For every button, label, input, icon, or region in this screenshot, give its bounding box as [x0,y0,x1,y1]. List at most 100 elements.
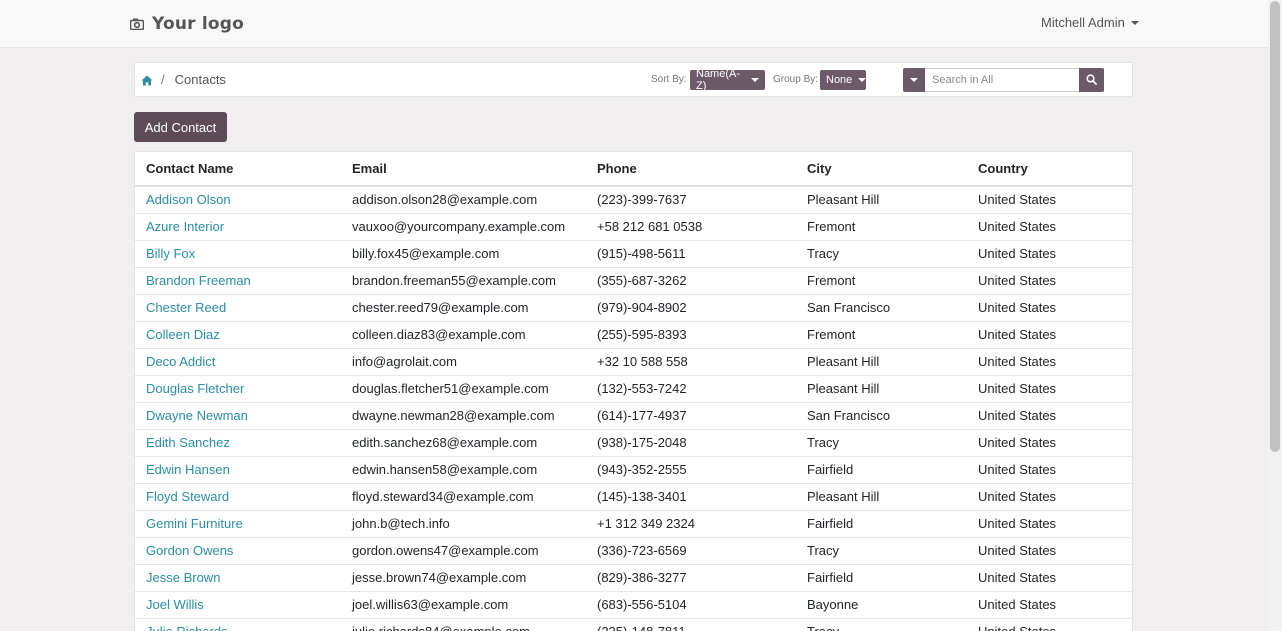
table-row[interactable]: Edith Sanchez edith.sanchez68@example.com… [135,428,1132,456]
column-header-country[interactable]: Country [967,152,1132,187]
contact-name-cell: Chester Reed [135,293,341,321]
phone-cell: (915)-498-5611 [586,239,796,267]
contact-name-cell: Joel Willis [135,590,341,618]
table-row[interactable]: Addison Olson addison.olson28@example.com… [135,185,1132,213]
table-row[interactable]: Douglas Fletcher douglas.fletcher51@examp… [135,374,1132,402]
group-by-label: Group By: [773,74,819,85]
contact-name-cell: Douglas Fletcher [135,374,341,402]
contact-name-cell: Billy Fox [135,239,341,267]
table-row[interactable]: Gemini Furniture john.b@tech.info +1 312 3… [135,509,1132,537]
email-cell: brandon.freeman55@example.com [341,266,586,294]
search-icon [1086,73,1097,88]
email-cell: colleen.diaz83@example.com [341,320,586,348]
contact-name-link[interactable]: Edith Sanchez [146,435,230,450]
phone-cell: (614)-177-4937 [586,401,796,429]
contact-name-link[interactable]: Joel Willis [146,597,204,612]
contact-name-link[interactable]: Deco Addict [146,354,215,369]
email-cell: julie.richards84@example.com [341,617,586,631]
contacts-table: Contact Name Email Phone City Country Ad… [134,151,1133,631]
contact-name-link[interactable]: Floyd Steward [146,489,229,504]
contact-name-link[interactable]: Julie Richards [146,624,228,631]
contact-name-link[interactable]: Chester Reed [146,300,226,315]
city-cell: Fremont [796,320,967,348]
country-cell: United States [967,374,1132,402]
contact-name-link[interactable]: Gordon Owens [146,543,233,558]
contact-name-link[interactable]: Azure Interior [146,219,224,234]
caret-down-icon [751,78,759,82]
table-row[interactable]: Dwayne Newman dwayne.newman28@example.com… [135,401,1132,429]
caret-down-icon [910,78,918,82]
search-filter-dropdown-button[interactable] [903,68,925,92]
table-row[interactable]: Billy Fox billy.fox45@example.com (915)-49… [135,239,1132,267]
phone-cell: (943)-352-2555 [586,455,796,483]
add-contact-button[interactable]: Add Contact [134,112,227,142]
scrollbar-thumb[interactable] [1270,1,1280,452]
contact-name-cell: Jesse Brown [135,563,341,591]
phone-cell: +58 212 681 0538 [586,212,796,240]
city-cell: Fremont [796,266,967,294]
search-input[interactable] [925,68,1079,92]
table-row[interactable]: Floyd Steward floyd.steward34@example.com… [135,482,1132,510]
table-row[interactable]: Azure Interior vauxoo@yourcompany.example… [135,212,1132,240]
table-row[interactable]: Julie Richards julie.richards84@example.c… [135,617,1132,631]
contact-name-link[interactable]: Dwayne Newman [146,408,248,423]
column-header-contact-name[interactable]: Contact Name [135,152,341,187]
logo[interactable]: Your logo [130,12,244,36]
city-cell: Tracy [796,617,967,631]
country-cell: United States [967,617,1132,631]
email-cell: edith.sanchez68@example.com [341,428,586,456]
table-header-row: Contact Name Email Phone City Country [135,152,1132,187]
email-cell: info@agrolait.com [341,347,586,375]
contact-name-link[interactable]: Gemini Furniture [146,516,243,531]
email-cell: addison.olson28@example.com [341,185,586,213]
country-cell: United States [967,509,1132,537]
email-cell: john.b@tech.info [341,509,586,537]
city-cell: Tracy [796,239,967,267]
user-menu[interactable]: Mitchell Admin [1041,15,1139,30]
city-cell: Pleasant Hill [796,347,967,375]
contact-name-cell: Colleen Diaz [135,320,341,348]
country-cell: United States [967,185,1132,213]
contact-name-link[interactable]: Douglas Fletcher [146,381,244,396]
contact-name-link[interactable]: Billy Fox [146,246,195,261]
email-cell: jesse.brown74@example.com [341,563,586,591]
city-cell: San Francisco [796,293,967,321]
city-cell: Pleasant Hill [796,185,967,213]
contact-name-link[interactable]: Colleen Diaz [146,327,220,342]
breadcrumb-current: Contacts [174,72,226,87]
group-by-dropdown[interactable]: None [820,70,867,90]
home-icon[interactable] [141,74,153,86]
contact-name-cell: Brandon Freeman [135,266,341,294]
sort-by-value: Name(A-Z) [696,68,741,92]
table-row[interactable]: Deco Addict info@agrolait.com +32 10 588 5… [135,347,1132,375]
table-row[interactable]: Jesse Brown jesse.brown74@example.com (829… [135,563,1132,591]
table-row[interactable]: Chester Reed chester.reed79@example.com (9… [135,293,1132,321]
contact-name-link[interactable]: Jesse Brown [146,570,220,585]
contact-name-cell: Deco Addict [135,347,341,375]
phone-cell: (979)-904-8902 [586,293,796,321]
column-header-city[interactable]: City [796,152,967,187]
country-cell: United States [967,212,1132,240]
column-header-email[interactable]: Email [341,152,586,187]
table-row[interactable]: Colleen Diaz colleen.diaz83@example.com (2… [135,320,1132,348]
contact-name-link[interactable]: Addison Olson [146,192,231,207]
city-cell: Fairfield [796,509,967,537]
country-cell: United States [967,401,1132,429]
city-cell: Fairfield [796,455,967,483]
email-cell: joel.willis63@example.com [341,590,586,618]
country-cell: United States [967,266,1132,294]
table-row[interactable]: Joel Willis joel.willis63@example.com (683… [135,590,1132,618]
sort-by-dropdown[interactable]: Name(A-Z) [690,68,765,92]
camera-icon [130,18,144,30]
table-row[interactable]: Gordon Owens gordon.owens47@example.com (3… [135,536,1132,564]
contact-name-cell: Gordon Owens [135,536,341,564]
column-header-phone[interactable]: Phone [586,152,796,187]
country-cell: United States [967,590,1132,618]
email-cell: douglas.fletcher51@example.com [341,374,586,402]
search-button[interactable] [1079,68,1104,92]
contact-name-link[interactable]: Brandon Freeman [146,273,251,288]
table-row[interactable]: Brandon Freeman brandon.freeman55@example… [135,266,1132,294]
table-row[interactable]: Edwin Hansen edwin.hansen58@example.com (9… [135,455,1132,483]
country-cell: United States [967,428,1132,456]
contact-name-link[interactable]: Edwin Hansen [146,462,230,477]
